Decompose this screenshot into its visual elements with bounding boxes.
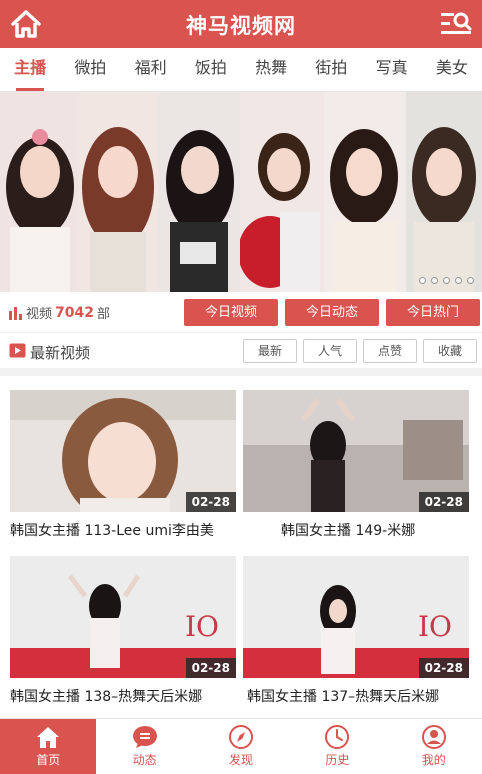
search-menu-icon[interactable] bbox=[440, 10, 472, 38]
carousel-dot[interactable] bbox=[431, 277, 438, 284]
sort-likes-button[interactable]: 点赞 bbox=[363, 339, 417, 363]
banner-photo bbox=[324, 92, 406, 292]
stats-bar: 视频 7042 部 今日视频 今日动态 今日热门 bbox=[0, 292, 482, 332]
tab-fanpai[interactable]: 饭拍 bbox=[181, 48, 241, 91]
sort-favorites-button[interactable]: 收藏 bbox=[423, 339, 477, 363]
bottom-nav: 首页 动态 发现 历史 我的 bbox=[0, 718, 482, 774]
banner-photo bbox=[240, 92, 324, 292]
carousel-dot[interactable] bbox=[419, 277, 426, 284]
video-count: 视频 7042 部 bbox=[8, 303, 110, 322]
video-date: 02-28 bbox=[185, 492, 236, 512]
sort-latest-button[interactable]: 最新 bbox=[243, 339, 297, 363]
carousel-dot[interactable] bbox=[455, 277, 462, 284]
banner-photo bbox=[406, 92, 482, 292]
nav-history[interactable]: 历史 bbox=[289, 719, 385, 774]
sort-popular-button[interactable]: 人气 bbox=[303, 339, 357, 363]
compass-icon bbox=[228, 725, 253, 749]
bar-chart-icon bbox=[9, 306, 22, 320]
count-suffix: 部 bbox=[96, 307, 110, 322]
banner-photo bbox=[158, 92, 240, 292]
top-bar: 神马视频网 bbox=[0, 0, 482, 48]
banner-carousel[interactable] bbox=[0, 92, 482, 292]
count-value: 7042 bbox=[55, 304, 94, 321]
video-title[interactable]: 韩国女主播 113-Lee umi李由美 bbox=[10, 520, 246, 540]
banner-photo bbox=[0, 92, 78, 292]
video-thumbnail[interactable]: 02-28 bbox=[243, 390, 469, 512]
tab-jiepai[interactable]: 街拍 bbox=[301, 48, 361, 91]
category-tabs: 主播 微拍 福利 饭拍 热舞 街拍 写真 美女 bbox=[0, 48, 482, 92]
video-grid: 02-28 韩国女主播 113-Lee umi李由美 02-28 韩国女主播 1… bbox=[0, 376, 482, 718]
tab-rewu[interactable]: 热舞 bbox=[241, 48, 301, 91]
video-date: 02-28 bbox=[418, 658, 469, 678]
video-thumbnail[interactable]: IO 02-28 bbox=[243, 556, 469, 678]
list-heading: 最新视频 bbox=[30, 344, 91, 362]
tab-meinv[interactable]: 美女 bbox=[422, 48, 482, 91]
site-title: 神马视频网 bbox=[186, 14, 296, 38]
svg-text:IO: IO bbox=[418, 610, 452, 643]
count-prefix: 视频 bbox=[26, 307, 53, 322]
tab-zhubo[interactable]: 主播 bbox=[0, 48, 60, 91]
nav-label: 历史 bbox=[325, 753, 350, 767]
tab-weipai[interactable]: 微拍 bbox=[60, 48, 120, 91]
home-icon bbox=[37, 727, 60, 748]
user-icon bbox=[421, 725, 446, 749]
today-videos-button[interactable]: 今日视频 bbox=[184, 299, 278, 326]
video-date: 02-28 bbox=[418, 492, 469, 512]
list-header: 最新视频 最新 人气 点赞 收藏 bbox=[0, 332, 482, 368]
today-activity-button[interactable]: 今日动态 bbox=[285, 299, 379, 326]
carousel-dot[interactable] bbox=[443, 277, 450, 284]
banner-photo bbox=[78, 92, 158, 292]
video-title[interactable]: 韩国女主播 149-米娜 bbox=[281, 520, 482, 540]
nav-home[interactable]: 首页 bbox=[0, 719, 97, 774]
nav-label: 我的 bbox=[421, 753, 446, 767]
video-title[interactable]: 韩国女主播 137–热舞天后米娜 bbox=[247, 686, 482, 706]
nav-discover[interactable]: 发现 bbox=[193, 719, 289, 774]
video-title[interactable]: 韩国女主播 138–热舞天后米娜 bbox=[10, 686, 246, 706]
chat-icon bbox=[132, 726, 157, 748]
today-hot-button[interactable]: 今日热门 bbox=[386, 299, 480, 326]
play-icon bbox=[9, 343, 26, 358]
nav-label: 发现 bbox=[228, 753, 253, 767]
nav-profile[interactable]: 我的 bbox=[386, 719, 482, 774]
video-thumbnail[interactable]: IO 02-28 bbox=[10, 556, 236, 678]
video-date: 02-28 bbox=[185, 658, 236, 678]
tab-fuli[interactable]: 福利 bbox=[121, 48, 181, 91]
carousel-dots bbox=[419, 277, 474, 284]
svg-text:IO: IO bbox=[185, 610, 219, 643]
video-thumbnail[interactable]: 02-28 bbox=[10, 390, 236, 512]
clock-icon bbox=[325, 725, 350, 749]
nav-label: 动态 bbox=[132, 753, 157, 767]
nav-label: 首页 bbox=[36, 753, 61, 767]
carousel-dot[interactable] bbox=[467, 277, 474, 284]
tab-xiezhen[interactable]: 写真 bbox=[362, 48, 422, 91]
nav-activity[interactable]: 动态 bbox=[96, 719, 192, 774]
